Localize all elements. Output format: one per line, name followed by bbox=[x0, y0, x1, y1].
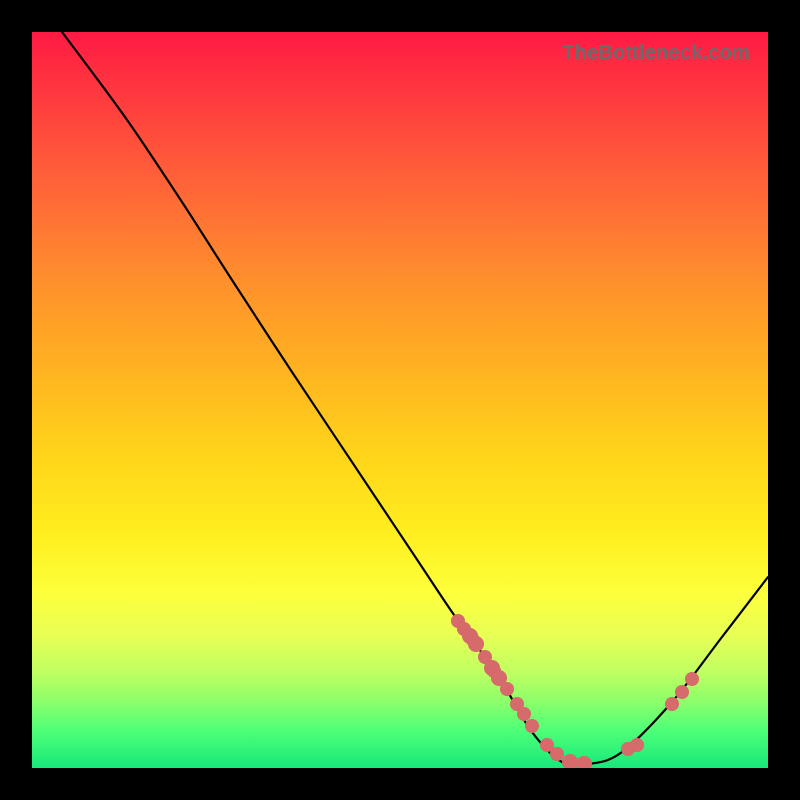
data-point bbox=[550, 747, 564, 761]
marker-group bbox=[451, 614, 699, 768]
data-point bbox=[468, 636, 484, 652]
data-point bbox=[665, 697, 679, 711]
plot-area: TheBottleneck.com bbox=[32, 32, 768, 768]
data-point bbox=[500, 682, 514, 696]
chart-svg bbox=[32, 32, 768, 768]
data-point bbox=[517, 707, 531, 721]
data-point bbox=[685, 672, 699, 686]
data-point bbox=[576, 756, 592, 768]
data-point bbox=[630, 738, 644, 752]
data-point bbox=[525, 719, 539, 733]
bottleneck-curve bbox=[62, 32, 768, 766]
data-point bbox=[675, 685, 689, 699]
watermark-text: TheBottleneck.com bbox=[562, 42, 750, 65]
data-point bbox=[562, 754, 578, 768]
